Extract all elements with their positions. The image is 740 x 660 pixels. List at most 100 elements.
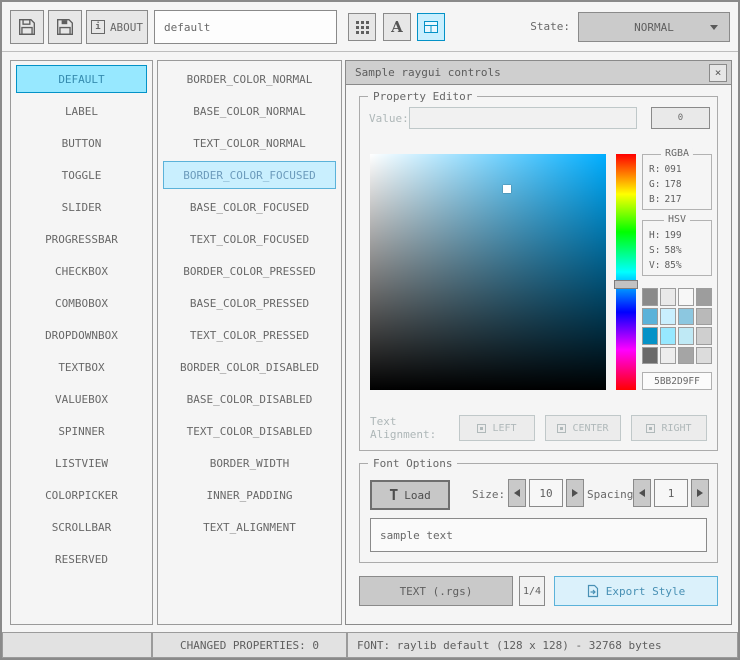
property-item[interactable]: BORDER_WIDTH: [163, 449, 336, 477]
spacing-increase-button[interactable]: [691, 479, 709, 507]
style-table-button[interactable]: [417, 13, 445, 41]
align-center-button: CENTER: [545, 415, 621, 441]
sample-text-value: sample text: [380, 528, 453, 542]
palette-swatch[interactable]: [678, 346, 694, 364]
controls-list-item-scrollbar[interactable]: SCROLLBAR: [16, 513, 147, 541]
controls-list-item-button[interactable]: BUTTON: [16, 129, 147, 157]
palette-swatch[interactable]: [642, 307, 658, 325]
rgba-red-label: R:: [649, 164, 661, 175]
color-saturation-value-picker[interactable]: [370, 154, 606, 390]
palette-swatch[interactable]: [678, 307, 694, 325]
value-input: [409, 107, 637, 129]
property-item[interactable]: TEXT_ALIGNMENT: [163, 513, 336, 541]
palette-swatch[interactable]: [660, 346, 676, 364]
hsv-hue-label: H:: [649, 230, 661, 241]
statusbar: CHANGED PROPERTIES: 0 FONT: raylib defau…: [2, 632, 738, 658]
property-item[interactable]: TEXT_COLOR_FOCUSED: [163, 225, 336, 253]
spacing-value[interactable]: 1: [654, 479, 688, 507]
size-label: Size:: [472, 488, 506, 501]
palette-swatch[interactable]: [678, 327, 694, 345]
property-item[interactable]: BORDER_COLOR_DISABLED: [163, 353, 336, 381]
controls-list-item-textbox[interactable]: TEXTBOX: [16, 353, 147, 381]
hue-slider[interactable]: [614, 154, 638, 390]
property-item[interactable]: BASE_COLOR_NORMAL: [163, 97, 336, 125]
palette-swatch[interactable]: [696, 288, 712, 306]
info-icon: i: [90, 20, 105, 34]
palette-swatch[interactable]: [696, 327, 712, 345]
palette-swatch[interactable]: [642, 288, 658, 306]
size-value[interactable]: 10: [529, 479, 563, 507]
about-button-label: ABOUT: [109, 20, 144, 34]
close-button[interactable]: ×: [709, 63, 727, 82]
sample-text-input[interactable]: sample text: [370, 518, 707, 552]
hex-color-input[interactable]: 5BB2D9FF: [642, 372, 712, 390]
save-style-button[interactable]: [48, 10, 82, 44]
hue-slider-handle[interactable]: [614, 279, 638, 289]
export-style-label: Export Style: [605, 584, 686, 598]
palette-swatch[interactable]: [642, 327, 658, 345]
load-style-button[interactable]: [10, 10, 44, 44]
property-item[interactable]: BASE_COLOR_DISABLED: [163, 385, 336, 413]
font-load-button[interactable]: T Load: [370, 480, 450, 510]
palette-swatch[interactable]: [678, 288, 694, 306]
controls-list-item-reserved[interactable]: RESERVED: [16, 545, 147, 573]
hsv-saturation-value: 58%: [664, 245, 682, 256]
controls-list-item-dropdownbox[interactable]: DROPDOWNBOX: [16, 321, 147, 349]
about-button[interactable]: i ABOUT: [86, 10, 148, 44]
controls-list-item-colorpicker[interactable]: COLORPICKER: [16, 481, 147, 509]
rgba-blue-row: B: 217: [643, 192, 711, 207]
palette-swatch[interactable]: [696, 307, 712, 325]
font-preview-button[interactable]: A: [383, 13, 411, 41]
controls-list-item-label[interactable]: LABEL: [16, 97, 147, 125]
size-decrease-button[interactable]: [508, 479, 526, 507]
chevron-down-icon: [710, 25, 718, 30]
color-picker-cursor[interactable]: [502, 185, 511, 194]
align-left-label: LEFT: [492, 422, 517, 434]
controls-list-item-combobox[interactable]: COMBOBOX: [16, 289, 147, 317]
controls-list-item-slider[interactable]: SLIDER: [16, 193, 147, 221]
window-titlebar[interactable]: Sample raygui controls ×: [346, 61, 731, 85]
controls-list-item-default[interactable]: DEFAULT: [16, 65, 147, 93]
controls-list-item-valuebox[interactable]: VALUEBOX: [16, 385, 147, 413]
spacing-spinner: 1: [633, 479, 709, 507]
spacing-decrease-button[interactable]: [633, 479, 651, 507]
property-item[interactable]: TEXT_COLOR_DISABLED: [163, 417, 336, 445]
color-values-column: RGBA R: 091 G: 178 B: 217 HSV H: 199 S: …: [642, 148, 712, 390]
statusbar-left-cell: [2, 632, 152, 658]
value-button[interactable]: 0: [651, 107, 710, 129]
rgba-blue-value: 217: [664, 194, 682, 205]
export-style-button[interactable]: Export Style: [554, 576, 718, 606]
align-right-button: RIGHT: [631, 415, 707, 441]
grid-view-button[interactable]: [348, 13, 376, 41]
state-dropdown[interactable]: NORMAL: [578, 12, 730, 42]
style-name-input[interactable]: [154, 10, 337, 44]
palette-swatch[interactable]: [660, 327, 676, 345]
palette-swatch[interactable]: [660, 307, 676, 325]
format-page-indicator[interactable]: 1/4: [519, 576, 545, 606]
controls-list-item-spinner[interactable]: SPINNER: [16, 417, 147, 445]
property-item[interactable]: BASE_COLOR_FOCUSED: [163, 193, 336, 221]
palette-swatch[interactable]: [660, 288, 676, 306]
sample-controls-window: Sample raygui controls × Property Editor…: [345, 60, 732, 625]
property-item[interactable]: TEXT_COLOR_PRESSED: [163, 321, 336, 349]
property-item[interactable]: BORDER_COLOR_NORMAL: [163, 65, 336, 93]
size-increase-button[interactable]: [566, 479, 584, 507]
arrow-left-icon: [639, 489, 645, 497]
hsv-group: HSV H: 199 S: 58% V: 85%: [642, 214, 712, 276]
controls-list-item-toggle[interactable]: TOGGLE: [16, 161, 147, 189]
palette-swatch[interactable]: [642, 346, 658, 364]
property-item[interactable]: INNER_PADDING: [163, 481, 336, 509]
property-item[interactable]: BASE_COLOR_PRESSED: [163, 289, 336, 317]
property-item[interactable]: TEXT_COLOR_NORMAL: [163, 129, 336, 157]
rguistyler-window: i ABOUT A State: NORMAL: [0, 0, 740, 660]
controls-list-item-progressbar[interactable]: PROGRESSBAR: [16, 225, 147, 253]
controls-list-item-listview[interactable]: LISTVIEW: [16, 449, 147, 477]
property-item-selected[interactable]: BORDER_COLOR_FOCUSED: [163, 161, 336, 189]
export-format-button[interactable]: TEXT (.rgs): [359, 576, 513, 606]
controls-list-item-checkbox[interactable]: CHECKBOX: [16, 257, 147, 285]
palette-swatch[interactable]: [696, 346, 712, 364]
property-item[interactable]: BORDER_COLOR_PRESSED: [163, 257, 336, 285]
statusbar-font-info: FONT: raylib default (128 x 128) - 32768…: [347, 632, 738, 658]
style-color-palette: [642, 288, 712, 364]
export-row: TEXT (.rgs) 1/4 Export Style: [359, 576, 718, 606]
